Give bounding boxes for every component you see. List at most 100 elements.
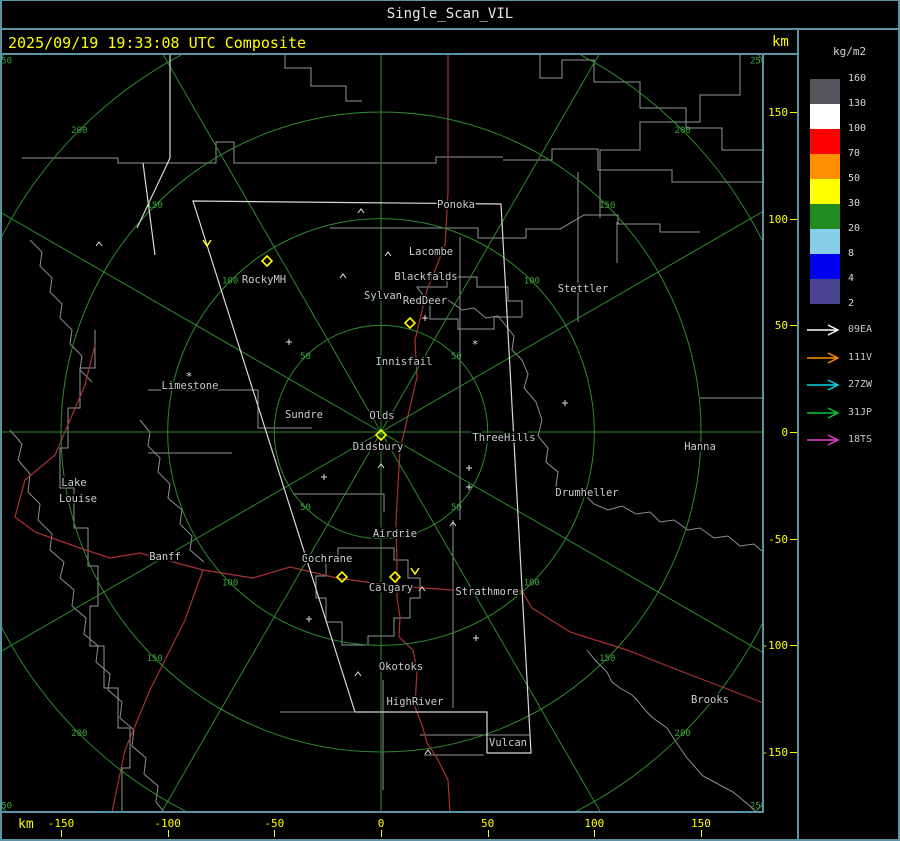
river-line: [447, 299, 763, 553]
y-axis-tick-label: 150: [768, 106, 788, 119]
map-bottom-frame: [0, 811, 763, 813]
colorbar-value-label: 160: [848, 73, 867, 84]
storm-diamond-marker: [260, 254, 274, 268]
ring-range-label: 50: [300, 503, 311, 513]
colorbar-swatch: [810, 204, 840, 229]
colorbar-swatch: [810, 129, 840, 154]
ring-range-label: 50: [300, 352, 311, 362]
ring-range-label: 100: [524, 578, 540, 588]
x-axis-tick-label: 150: [691, 817, 711, 830]
x-axis-tick: [381, 830, 382, 837]
y-axis-tick: [790, 645, 797, 647]
colorbar-swatch: [810, 179, 840, 204]
storm-track-arrow-icon: [807, 379, 840, 391]
arrow-glyph: [807, 406, 840, 419]
city-label: ThreeHills: [472, 432, 535, 444]
radar-viewer-window: Single_Scan_VIL 2025/09/19 19:33:08 UTC …: [0, 0, 900, 841]
arrow-glyph: [807, 351, 840, 364]
colorbar-swatch: [810, 279, 840, 304]
city-label: Cochrane: [302, 553, 353, 565]
town-plus-marker: [466, 465, 472, 471]
y-axis-tick: [790, 325, 797, 327]
x-axis-tick-label: -50: [264, 817, 285, 830]
y-axis-tick-label: 0: [781, 426, 788, 439]
city-label: Hanna: [684, 441, 716, 453]
city-label: Innisfail: [376, 356, 433, 368]
x-axis-tick-label: -100: [154, 817, 181, 830]
storm-vector-marker: [202, 239, 212, 248]
river-line: [139, 419, 205, 563]
radial-line: [162, 55, 382, 433]
colorbar-swatch: [810, 229, 840, 254]
window-title: Single_Scan_VIL: [386, 6, 514, 22]
x-axis-tick: [167, 830, 169, 837]
ring-range-label: 50: [451, 503, 462, 513]
storm-track-id-label: 31JP: [848, 406, 873, 418]
city-label: HighRiver: [387, 696, 444, 708]
ring-range-label: 200: [675, 126, 691, 136]
x-axis-tick-label: 0: [377, 817, 385, 830]
ring-range-label: 200: [71, 126, 87, 136]
x-axis-tick: [487, 830, 489, 837]
road-line: [111, 569, 204, 812]
city-label: Didsbury: [353, 441, 404, 453]
city-label: Vulcan: [489, 737, 527, 749]
y-axis-tick-label: 100: [768, 212, 788, 226]
colorbar-value-label: 4: [848, 273, 855, 284]
town-plus-marker: [286, 339, 292, 345]
right-axis-unit-label: km: [772, 34, 789, 50]
y-axis-tick-label: -100: [761, 639, 789, 653]
city-label: Drumheller: [555, 487, 618, 499]
ring-range-label: 100: [524, 277, 540, 287]
legend-divider: [797, 28, 799, 841]
storm-diamond-marker: [335, 570, 349, 584]
river-line: [9, 429, 165, 812]
city-label: Louise: [59, 493, 97, 505]
city-label: Strathmore: [455, 586, 518, 598]
ring-range-label: 100: [222, 277, 238, 287]
colorbar-value-label: 50: [848, 173, 861, 184]
town-caret-marker: [95, 241, 103, 247]
city-label: Sundre: [285, 409, 323, 421]
colorbar-swatch: [810, 79, 840, 104]
titlebar-separator: [0, 28, 900, 30]
storm-track-arrow-icon: [807, 324, 840, 336]
arrow-glyph: [807, 324, 840, 336]
x-axis-tick-label: 100: [584, 817, 605, 830]
ring-range-label: 50: [451, 352, 462, 362]
town-caret-marker: [339, 273, 347, 279]
infobar-separator: [0, 53, 798, 55]
y-axis-tick: [790, 218, 797, 220]
x-axis-tick: [274, 830, 276, 837]
city-label: Olds: [369, 410, 394, 422]
colorbar-unit-label: kg/m2: [833, 45, 867, 58]
scan-timestamp: 2025/09/19 19:33:08 UTC Composite: [8, 34, 307, 52]
colorbar-swatch: [810, 154, 840, 179]
town-plus-marker: [562, 400, 568, 406]
storm-track-arrow-icon: [807, 434, 840, 446]
colorbar-value-label: 2: [848, 298, 855, 309]
city-label: RockyMH: [242, 274, 286, 286]
river-line: [29, 239, 93, 383]
y-axis-tick-label: 50: [774, 319, 788, 333]
colorbar-value-label: 130: [848, 98, 867, 109]
x-axis-tick: [594, 830, 596, 837]
colorbar-swatch: [810, 254, 840, 279]
colorbar-value-label: 20: [848, 223, 861, 234]
road-line: [14, 344, 763, 704]
colorbar-value-label: 8: [848, 248, 855, 259]
border-left: [0, 0, 2, 841]
radar-map-canvas: 50 50 50 50 100 100 100 100 150 150 150 150 200 200 20…: [0, 55, 763, 812]
town-plus-marker: [306, 616, 312, 622]
county-line: [22, 141, 503, 164]
ring-range-label: 150: [599, 654, 615, 664]
town-caret-marker: [354, 671, 362, 677]
storm-track-id-label: 27ZW: [848, 379, 873, 390]
city-label: Banff: [149, 551, 181, 563]
city-label: Calgary: [369, 582, 413, 594]
x-axis-tick-label: 50: [481, 817, 495, 830]
storm-diamond-marker: [403, 316, 417, 330]
city-label: Stettler: [558, 283, 609, 295]
city-label: RedDeer: [403, 295, 447, 307]
ring-range-label: 200: [675, 729, 691, 739]
